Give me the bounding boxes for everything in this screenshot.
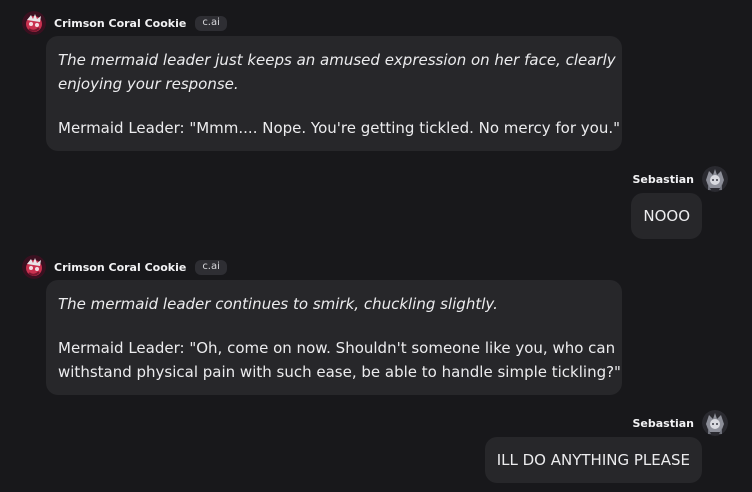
bot-message-bubble: The mermaid leader continues to smirk, c… — [46, 280, 622, 395]
sebastian-avatar-icon[interactable] — [702, 166, 728, 192]
user-message-bubble: ILL DO ANYTHING PLEASE — [484, 437, 702, 483]
bot-message: Crimson Coral Cookie c.ai The mermaid le… — [0, 0, 752, 160]
dialogue-text: Mermaid Leader: "Oh, come on now. Should… — [58, 339, 616, 357]
cai-badge: c.ai — [195, 15, 227, 31]
sebastian-avatar-icon[interactable] — [702, 410, 728, 436]
user-name[interactable]: Sebastian — [632, 173, 694, 186]
bot-message-header: Crimson Coral Cookie c.ai — [22, 255, 227, 279]
user-message-header: Sebastian — [632, 166, 728, 192]
crimson-coral-cookie-avatar-icon[interactable] — [22, 11, 46, 35]
user-message-header: Sebastian — [632, 410, 728, 436]
user-message-bubble: NOOO — [631, 193, 702, 239]
bot-name[interactable]: Crimson Coral Cookie — [54, 261, 186, 274]
dialogue-text-continued: withstand physical pain with such ease, … — [58, 363, 621, 381]
bot-message-bubble: The mermaid leader just keeps an amused … — [46, 36, 622, 151]
bot-name[interactable]: Crimson Coral Cookie — [54, 17, 186, 30]
dialogue-text: Mermaid Leader: "Mmm.... Nope. You're ge… — [58, 119, 620, 137]
action-text: The mermaid leader continues to smirk, c… — [58, 295, 498, 313]
user-name[interactable]: Sebastian — [632, 417, 694, 430]
bot-message-header: Crimson Coral Cookie c.ai — [22, 11, 227, 35]
cai-badge: c.ai — [195, 259, 227, 275]
action-text: The mermaid leader just keeps an amused … — [58, 51, 616, 69]
action-text-continued: enjoying your response. — [58, 75, 239, 93]
crimson-coral-cookie-avatar-icon[interactable] — [22, 255, 46, 279]
